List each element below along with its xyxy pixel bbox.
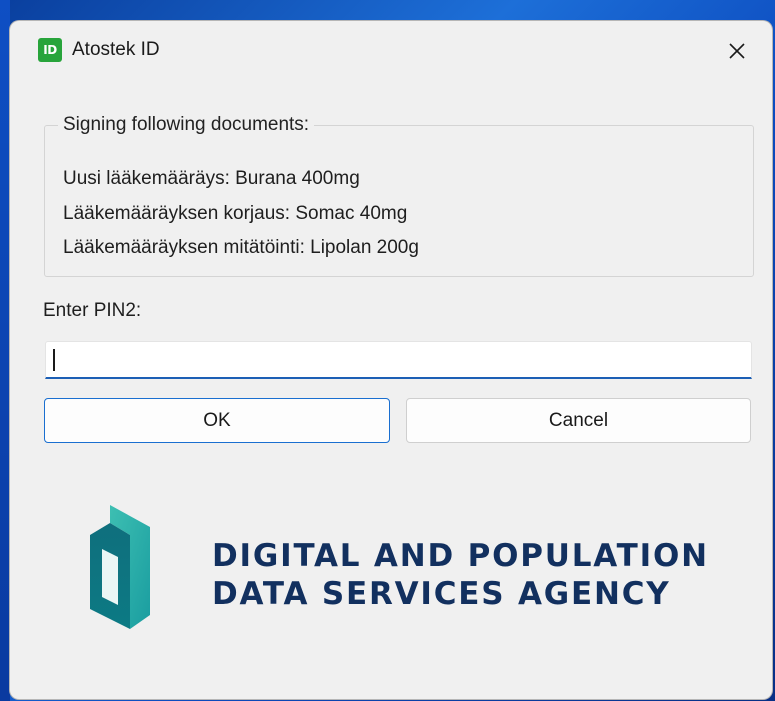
app-icon: ID xyxy=(38,38,62,62)
pin2-input[interactable] xyxy=(45,341,752,379)
agency-logo-icon xyxy=(90,505,150,629)
close-icon xyxy=(729,43,745,59)
agency-name-line-2: DATA SERVICES AGENCY xyxy=(212,576,671,612)
document-item: Uusi lääkemääräys: Burana 400mg xyxy=(63,168,360,189)
documents-group-title: Signing following documents: xyxy=(58,113,315,137)
window-title: Atostek ID xyxy=(72,39,160,60)
title-bar: ID Atostek ID xyxy=(10,21,772,81)
cancel-button[interactable]: Cancel xyxy=(406,398,751,443)
documents-groupbox: Signing following documents: Uusi lääkem… xyxy=(44,113,754,277)
document-item: Lääkemääräyksen mitätöinti: Lipolan 200g xyxy=(63,237,419,258)
pin-label: Enter PIN2: xyxy=(43,300,142,321)
ok-button[interactable]: OK xyxy=(44,398,390,443)
text-caret xyxy=(53,349,55,371)
agency-name-line-1: DIGITAL AND POPULATION xyxy=(212,538,709,574)
close-button[interactable] xyxy=(714,33,760,69)
signing-dialog: ID Atostek ID Signing following document… xyxy=(10,21,772,699)
desktop-background xyxy=(0,0,10,701)
document-item: Lääkemääräyksen korjaus: Somac 40mg xyxy=(63,203,408,224)
